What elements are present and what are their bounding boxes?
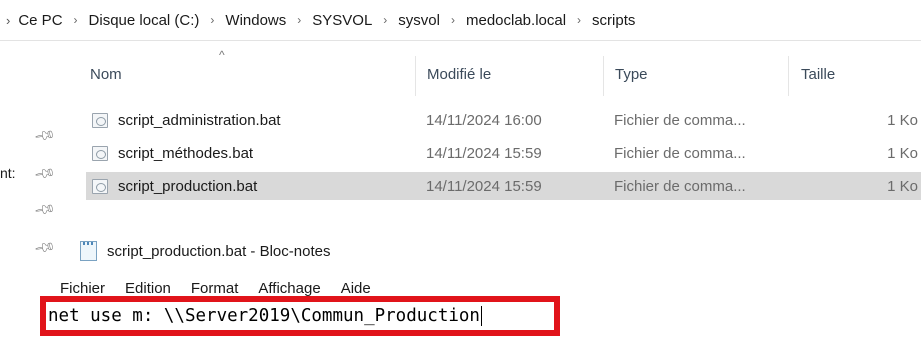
breadcrumb-item-sysvol-upper[interactable]: SYSVOL bbox=[310, 12, 374, 29]
chevron-right-icon[interactable]: › bbox=[568, 13, 590, 27]
breadcrumb-lead-chevron-icon[interactable]: › bbox=[6, 13, 10, 28]
notepad-title: script_production.bat - Bloc-notes bbox=[107, 242, 331, 260]
breadcrumb-item-disque-local[interactable]: Disque local (C:) bbox=[87, 12, 202, 29]
text-caret bbox=[480, 306, 482, 326]
chevron-right-icon[interactable]: › bbox=[201, 13, 223, 27]
pin-icon[interactable]: 📌︎ bbox=[33, 123, 57, 147]
notepad-menu-bar: Fichier Edition Format Affichage Aide bbox=[60, 276, 391, 296]
breadcrumb-item-medoclab-local[interactable]: medoclab.local bbox=[464, 12, 568, 29]
file-name: script_production.bat bbox=[118, 177, 258, 195]
file-size: 1 Ko bbox=[887, 144, 918, 162]
file-modified: 14/11/2024 15:59 bbox=[426, 177, 542, 195]
menu-item-fichier[interactable]: Fichier bbox=[60, 276, 105, 296]
pin-icon[interactable]: 📌︎ bbox=[33, 235, 57, 259]
column-divider[interactable] bbox=[415, 56, 416, 96]
column-divider[interactable] bbox=[788, 56, 789, 96]
file-list: ^ Nom Modifié le Type Taille script_admi… bbox=[72, 44, 921, 224]
notepad-content: net use m: \\Server2019\Commun_Productio… bbox=[48, 306, 480, 326]
pin-icon[interactable]: 📌︎ bbox=[33, 197, 57, 221]
notepad-text-area[interactable]: net use m: \\Server2019\Commun_Productio… bbox=[40, 296, 560, 336]
file-size: 1 Ko bbox=[887, 111, 918, 129]
batch-file-icon bbox=[92, 145, 108, 161]
breadcrumb-item-windows[interactable]: Windows bbox=[223, 12, 288, 29]
file-type: Fichier de comma... bbox=[614, 111, 746, 129]
menu-item-affichage[interactable]: Affichage bbox=[258, 276, 320, 296]
notepad-title-bar[interactable]: script_production.bat - Bloc-notes bbox=[80, 238, 330, 264]
column-divider[interactable] bbox=[603, 56, 604, 96]
chevron-right-icon[interactable]: › bbox=[288, 13, 310, 27]
sort-ascending-icon: ^ bbox=[219, 48, 225, 62]
notepad-window: script_production.bat - Bloc-notes Fichi… bbox=[40, 230, 921, 340]
column-header-name[interactable]: Nom bbox=[90, 66, 122, 83]
menu-item-format[interactable]: Format bbox=[191, 276, 239, 296]
menu-item-aide[interactable]: Aide bbox=[341, 276, 371, 296]
breadcrumb-item-sysvol[interactable]: sysvol bbox=[396, 12, 442, 29]
batch-file-icon bbox=[92, 178, 108, 194]
file-row-script-administration[interactable]: script_administration.bat 14/11/2024 16:… bbox=[86, 106, 921, 134]
menu-item-edition[interactable]: Edition bbox=[125, 276, 171, 296]
chevron-right-icon[interactable]: › bbox=[442, 13, 464, 27]
breadcrumb-item-ce-pc[interactable]: Ce PC bbox=[16, 12, 64, 29]
column-header-type[interactable]: Type bbox=[615, 66, 648, 83]
column-headers: ^ Nom Modifié le Type Taille bbox=[72, 44, 921, 100]
address-bar[interactable]: › Ce PC › Disque local (C:) › Windows › … bbox=[0, 0, 921, 41]
batch-file-icon bbox=[92, 112, 108, 128]
file-type: Fichier de comma... bbox=[614, 177, 746, 195]
pin-icon[interactable]: 📌︎ bbox=[33, 161, 57, 185]
quick-access-item-label[interactable]: nt: bbox=[0, 165, 16, 181]
chevron-right-icon[interactable]: › bbox=[374, 13, 396, 27]
file-modified: 14/11/2024 16:00 bbox=[426, 111, 542, 129]
notepad-icon bbox=[80, 241, 97, 261]
file-size: 1 Ko bbox=[887, 177, 918, 195]
chevron-right-icon[interactable]: › bbox=[65, 13, 87, 27]
column-header-modified[interactable]: Modifié le bbox=[427, 66, 491, 83]
file-type: Fichier de comma... bbox=[614, 144, 746, 162]
file-row-script-methodes[interactable]: script_méthodes.bat 14/11/2024 15:59 Fic… bbox=[86, 139, 921, 167]
file-modified: 14/11/2024 15:59 bbox=[426, 144, 542, 162]
file-row-script-production[interactable]: script_production.bat 14/11/2024 15:59 F… bbox=[86, 172, 921, 200]
file-name: script_méthodes.bat bbox=[118, 144, 254, 162]
breadcrumb-item-scripts[interactable]: scripts bbox=[590, 12, 637, 29]
column-header-size[interactable]: Taille bbox=[801, 66, 835, 83]
quick-access-pane: 📌︎ 📌︎ nt: 📌︎ 📌︎ bbox=[0, 41, 70, 271]
file-name: script_administration.bat bbox=[118, 111, 281, 129]
